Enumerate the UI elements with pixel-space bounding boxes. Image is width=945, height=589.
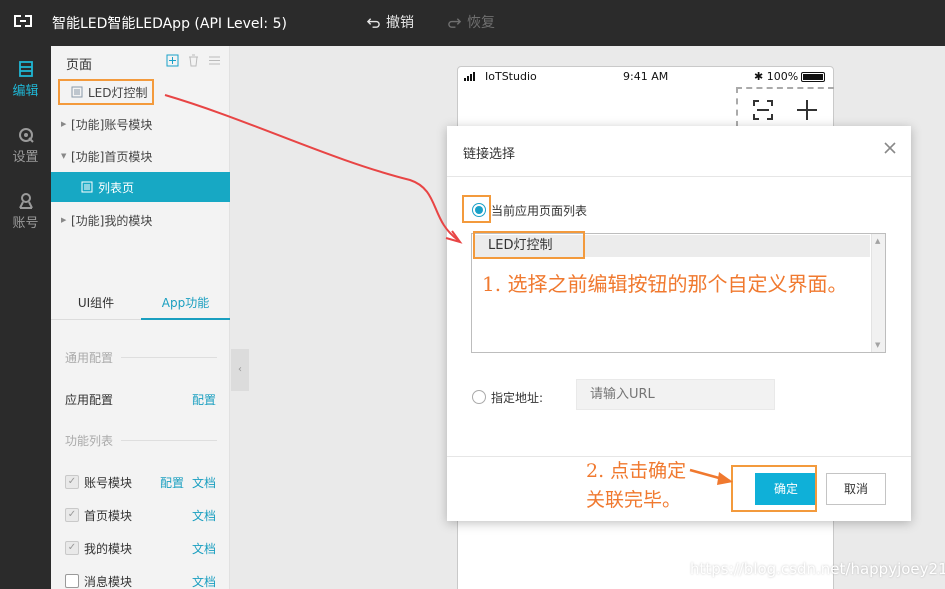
highlight-box <box>731 465 817 512</box>
url-input[interactable] <box>576 379 775 410</box>
tree-label: 列表页 <box>98 180 135 195</box>
function-label: 我的模块 <box>84 542 133 556</box>
pages-panel: 页面 LED灯控制 ▶ [功能]账号模块 ▼ [功能]首页模块 列表页 ▶ [功… <box>51 46 230 589</box>
panel-tabs: UI组件 App功能 <box>51 288 230 320</box>
divider <box>447 176 911 177</box>
pages-panel-actions <box>166 54 221 67</box>
general-config-title: 通用配置 <box>65 349 217 366</box>
radio-custom-url[interactable] <box>472 390 486 404</box>
checkbox-mine-module[interactable]: ✓ <box>65 541 79 555</box>
add-page-icon[interactable] <box>166 54 179 67</box>
annotation-step1: 1. 选择之前编辑按钮的那个自定义界面。 <box>482 272 848 296</box>
dialog-title: 链接选择 <box>463 147 516 162</box>
message-module-docs-link[interactable]: 文档 <box>192 573 216 589</box>
page-icon <box>81 181 93 193</box>
undo-button[interactable]: 撤销 <box>366 12 414 32</box>
battery-icon <box>801 72 825 82</box>
checkbox-account-module[interactable]: ✓ <box>65 475 79 489</box>
rail-label-account: 账号 <box>12 216 39 231</box>
collapse-panel-handle[interactable]: ‹ <box>231 349 249 391</box>
listbox-scrollbar[interactable]: ▲ ▼ <box>871 234 885 352</box>
account-icon <box>18 193 33 209</box>
tab-ui-components[interactable]: UI组件 <box>51 288 141 320</box>
account-module-config-link[interactable]: 配置 <box>160 474 184 491</box>
edit-icon <box>18 61 33 77</box>
redo-label: 恢复 <box>467 15 495 31</box>
annotation-step2-line2: 关联完毕。 <box>586 489 682 511</box>
redo-icon <box>448 17 462 28</box>
scroll-down-icon[interactable]: ▼ <box>875 341 880 349</box>
custom-url-option-label: 指定地址: <box>491 391 544 405</box>
rail-label-settings: 设置 <box>12 150 39 165</box>
highlight-box <box>473 231 585 259</box>
pages-panel-title: 页面 <box>66 58 93 73</box>
function-list-title: 功能列表 <box>65 432 217 449</box>
scan-icon[interactable] <box>753 100 773 120</box>
checkbox-home-module[interactable]: ✓ <box>65 508 79 522</box>
undo-label: 撤销 <box>386 15 414 31</box>
carrier-name: IoTStudio <box>485 70 537 83</box>
caret-right-icon[interactable]: ▶ <box>61 120 71 128</box>
rail-item-edit[interactable]: 编辑 <box>0 60 51 99</box>
home-module-docs-link[interactable]: 文档 <box>192 507 216 524</box>
phone-status-bar: IoTStudio 9:41 AM ✱ 100% <box>458 67 833 87</box>
rail-item-account[interactable]: 账号 <box>0 192 51 231</box>
function-label: 首页模块 <box>84 509 133 523</box>
checkbox-message-module[interactable] <box>65 574 79 588</box>
battery-percent: ✱ 100% <box>754 70 799 83</box>
nav-button-area[interactable] <box>736 87 834 127</box>
logo-icon <box>14 15 32 27</box>
menu-icon[interactable] <box>208 54 221 67</box>
cancel-button[interactable]: 取消 <box>826 473 886 505</box>
signal-icon <box>464 72 475 81</box>
watermark: https://blog.csdn.net/happyjoey217 <box>690 560 945 578</box>
tree-group-home[interactable]: ▼ [功能]首页模块 <box>51 141 230 171</box>
tree-label: [功能]我的模块 <box>71 213 153 228</box>
function-label: 账号模块 <box>84 476 133 490</box>
caret-down-icon[interactable]: ▼ <box>61 152 71 160</box>
add-icon[interactable] <box>796 99 818 121</box>
highlight-box <box>462 195 491 223</box>
page-list-option-label: 当前应用页面列表 <box>491 204 588 218</box>
tree-group-mine[interactable]: ▶ [功能]我的模块 <box>51 205 230 235</box>
tree-group-account[interactable]: ▶ [功能]账号模块 <box>51 109 230 139</box>
highlight-box <box>58 79 154 105</box>
rail-item-settings[interactable]: 设置 <box>0 126 51 165</box>
app-title: 智能LED智能LEDApp (API Level: 5) <box>52 16 287 32</box>
top-bar: 智能LED智能LEDApp (API Level: 5) 撤销 恢复 <box>0 0 945 46</box>
close-icon[interactable] <box>883 141 897 155</box>
tree-label: [功能]账号模块 <box>71 117 153 132</box>
scroll-up-icon[interactable]: ▲ <box>875 237 880 245</box>
tree-page-list[interactable]: 列表页 <box>51 172 230 202</box>
function-label: 消息模块 <box>84 575 133 589</box>
tab-app-functions[interactable]: App功能 <box>141 288 230 320</box>
delete-page-icon[interactable] <box>187 54 200 67</box>
settings-icon <box>18 128 34 143</box>
undo-icon <box>366 17 380 28</box>
annotation-step2-line1: 2. 点击确定 <box>586 460 687 482</box>
left-rail: 编辑 设置 账号 <box>0 46 51 589</box>
caret-right-icon[interactable]: ▶ <box>61 216 71 224</box>
account-module-docs-link[interactable]: 文档 <box>192 474 216 491</box>
app-config-link[interactable]: 配置 <box>192 391 216 408</box>
tree-label: [功能]首页模块 <box>71 149 153 164</box>
mine-module-docs-link[interactable]: 文档 <box>192 540 216 557</box>
rail-label-edit: 编辑 <box>12 84 39 99</box>
status-time: 9:41 AM <box>623 70 669 83</box>
redo-button[interactable]: 恢复 <box>447 12 495 32</box>
